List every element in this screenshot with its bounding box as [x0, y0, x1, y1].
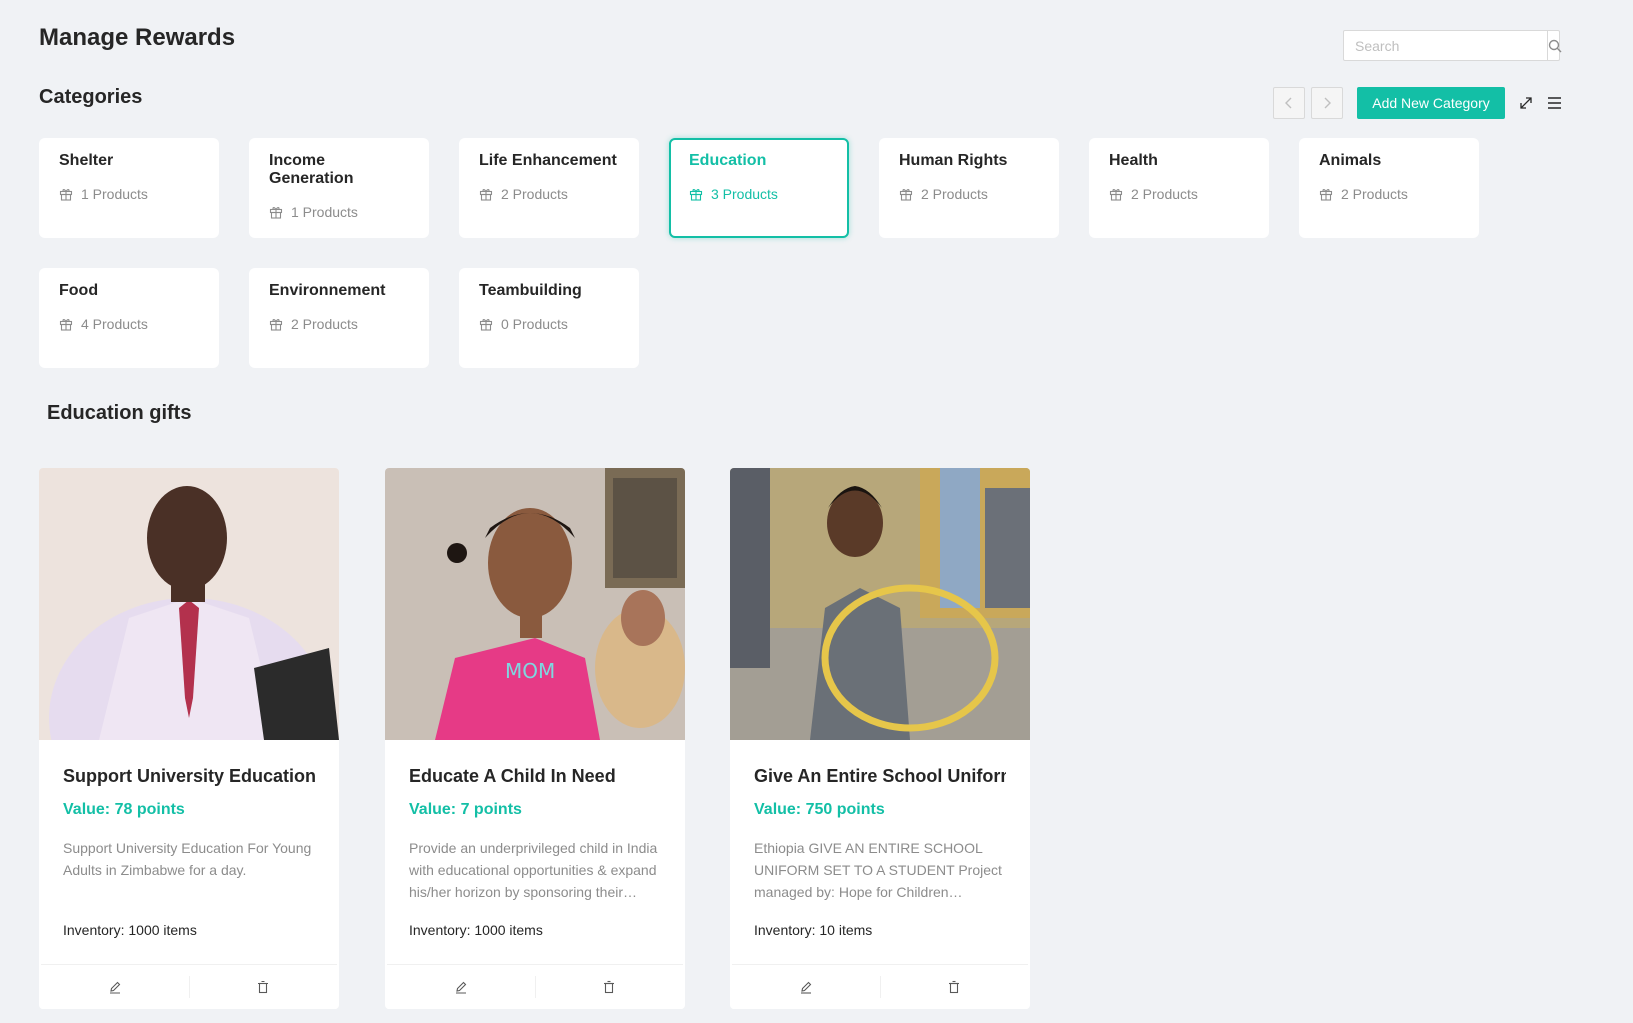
product-actions [732, 964, 1028, 1009]
category-name: Education [689, 152, 767, 169]
product-inventory: Inventory: 1000 items [409, 922, 543, 938]
category-card-animals[interactable]: Animals 2 Products [1299, 138, 1479, 238]
edit-icon [800, 981, 812, 994]
product-image [39, 468, 339, 740]
category-product-count: 2 Products [921, 186, 988, 202]
product-name: Support University Education For Young A… [63, 766, 315, 786]
edit-button[interactable] [387, 965, 535, 1009]
category-name: Teambuilding [479, 282, 582, 299]
product-description: Provide an underprivileged child in Indi… [409, 840, 658, 900]
category-name: Animals [1319, 152, 1382, 169]
categories-title: Categories [39, 86, 143, 108]
category-card-income-generation[interactable]: Income Generation 1 Products [249, 138, 429, 238]
search-input[interactable] [1344, 31, 1547, 60]
delete-button[interactable] [881, 965, 1029, 1009]
edit-button[interactable] [732, 965, 880, 1009]
gift-icon [59, 189, 73, 201]
gift-icon [269, 319, 283, 331]
product-actions [387, 964, 683, 1009]
gift-icon [269, 207, 283, 219]
category-name: Food [59, 282, 99, 299]
svg-text:MOM: MOM [505, 659, 555, 683]
next-button[interactable] [1311, 87, 1343, 119]
delete-icon [258, 980, 269, 994]
gift-icon [479, 189, 493, 201]
edit-button[interactable] [41, 965, 189, 1009]
category-card-health[interactable]: Health 2 Products [1089, 138, 1269, 238]
product-inventory: Inventory: 10 items [754, 922, 873, 938]
expand-icon [1520, 97, 1532, 109]
product-image: MOM [385, 468, 685, 740]
category-product-count: 4 Products [81, 316, 148, 332]
category-product-count: 1 Products [291, 204, 358, 220]
menu-icon [1548, 97, 1561, 109]
chevron-left-icon [1285, 97, 1292, 109]
product-description: Ethiopia GIVE AN ENTIRE SCHOOL UNIFORM S… [754, 840, 1002, 900]
product-card: MOM Educate A Child In Need Value: 7 poi… [385, 468, 685, 1009]
category-card-human-rights[interactable]: Human Rights 2 Products [879, 138, 1059, 238]
product-name: Educate A Child In Need [409, 766, 616, 786]
fullscreen-button[interactable] [1516, 93, 1536, 113]
product-image [730, 468, 1030, 740]
product-actions [41, 964, 337, 1009]
gift-icon [689, 189, 703, 201]
category-name: Life Enhancement [479, 152, 617, 169]
product-card: Give An Entire School Uniform Set Value:… [730, 468, 1030, 1009]
category-product-count: 2 Products [291, 316, 358, 332]
category-product-count: 0 Products [501, 316, 568, 332]
search-box [1343, 30, 1562, 61]
search-button[interactable] [1547, 31, 1562, 60]
delete-button[interactable] [190, 965, 338, 1009]
gifts-section-title: Education gifts [47, 402, 192, 424]
product-value: Value: 78 points [63, 801, 185, 818]
edit-icon [455, 981, 467, 994]
category-name: Shelter [59, 152, 114, 169]
category-name: Human Rights [899, 152, 1008, 169]
category-name: Income Generation [269, 152, 354, 187]
category-card-food[interactable]: Food 4 Products [39, 268, 219, 368]
product-card: Support University Education For Young A… [39, 468, 339, 1009]
category-name: Environnement [269, 282, 386, 299]
category-product-count: 2 Products [1131, 186, 1198, 202]
category-card-shelter[interactable]: Shelter 1 Products [39, 138, 219, 238]
delete-icon [949, 980, 960, 994]
gift-icon [59, 319, 73, 331]
category-name: Health [1109, 152, 1158, 169]
product-name: Give An Entire School Uniform Set [754, 766, 1006, 786]
product-description: Support University Education For Young A… [63, 840, 312, 878]
category-card-environnement[interactable]: Environnement 2 Products [249, 268, 429, 368]
category-card-teambuilding[interactable]: Teambuilding 0 Products [459, 268, 639, 368]
category-product-count: 1 Products [81, 186, 148, 202]
category-card-life-enhancement[interactable]: Life Enhancement 2 Products [459, 138, 639, 238]
category-product-count: 2 Products [1341, 186, 1408, 202]
prev-button[interactable] [1273, 87, 1305, 119]
product-value: Value: 750 points [754, 801, 885, 818]
page-title: Manage Rewards [39, 24, 236, 51]
delete-button[interactable] [536, 965, 684, 1009]
gift-icon [1109, 189, 1123, 201]
chevron-right-icon [1324, 97, 1331, 109]
category-product-count: 3 Products [711, 186, 778, 202]
gift-icon [479, 319, 493, 331]
edit-icon [109, 981, 121, 994]
delete-icon [604, 980, 615, 994]
add-category-button[interactable]: Add New Category [1357, 87, 1505, 119]
product-inventory: Inventory: 1000 items [63, 922, 197, 938]
category-card-education[interactable]: Education 3 Products [669, 138, 849, 238]
menu-button[interactable] [1544, 93, 1564, 113]
search-icon [1548, 39, 1562, 52]
gift-icon [899, 189, 913, 201]
product-value: Value: 7 points [409, 801, 522, 818]
gift-icon [1319, 189, 1333, 201]
category-product-count: 2 Products [501, 186, 568, 202]
